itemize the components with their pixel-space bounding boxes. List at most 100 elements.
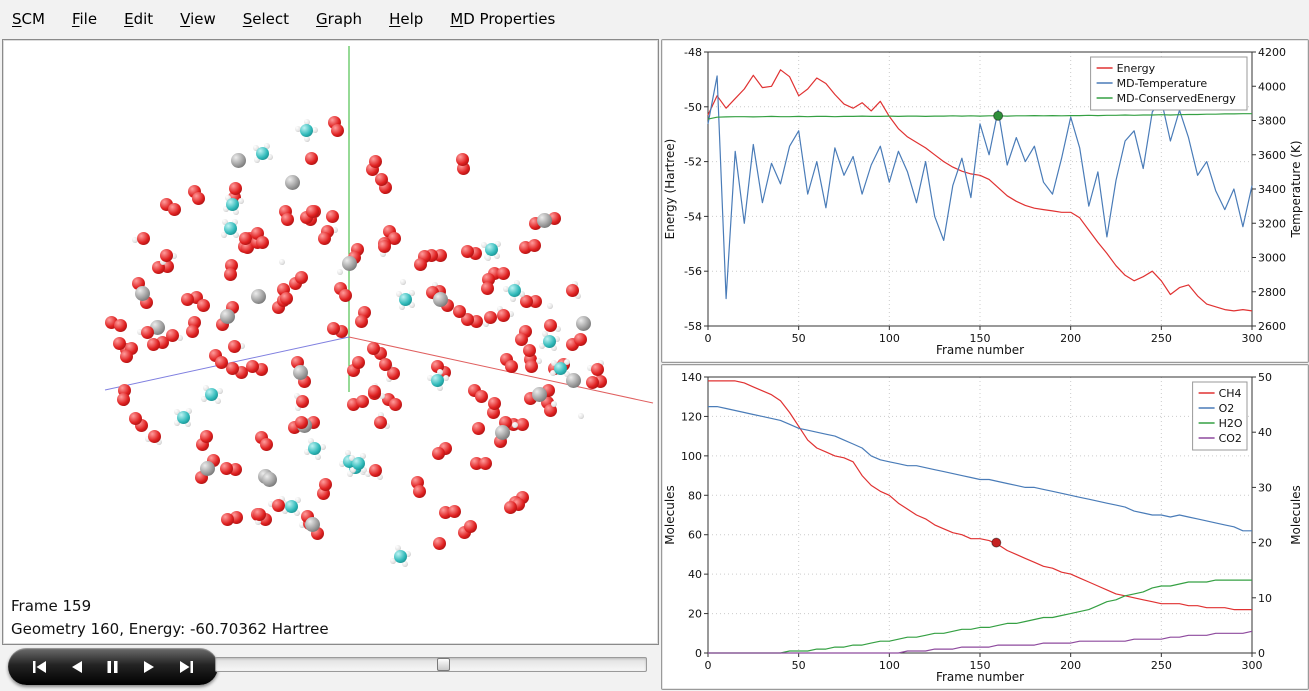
- atom: [320, 444, 326, 450]
- atom: [256, 236, 269, 249]
- svg-text:0: 0: [695, 647, 702, 660]
- frame-label: Frame 159: [11, 595, 329, 618]
- svg-text:MD-Temperature: MD-Temperature: [1117, 77, 1208, 90]
- geometry-energy-label: Geometry 160, Energy: -60.70362 Hartree: [11, 618, 329, 641]
- atom: [515, 333, 528, 346]
- svg-text:3400: 3400: [1258, 183, 1286, 196]
- svg-text:60: 60: [688, 529, 702, 542]
- svg-text:H2O: H2O: [1219, 417, 1243, 430]
- atom: [260, 438, 273, 451]
- atom: [368, 385, 381, 398]
- last-frame-button[interactable]: [176, 658, 196, 676]
- atom: [399, 293, 412, 306]
- svg-text:3800: 3800: [1258, 115, 1286, 128]
- energy-temperature-chart[interactable]: -48-50-52-54-56-582600280030003200340036…: [662, 40, 1306, 360]
- svg-text:40: 40: [688, 568, 702, 581]
- atom: [508, 284, 521, 297]
- svg-text:50: 50: [1258, 371, 1272, 384]
- next-frame-button[interactable]: [141, 658, 157, 676]
- atom: [433, 537, 446, 550]
- atom: [525, 360, 538, 373]
- molecule-atoms-layer: [3, 40, 658, 644]
- atom: [389, 398, 402, 411]
- atom: [479, 457, 492, 470]
- svg-text:3000: 3000: [1258, 252, 1286, 265]
- atom: [285, 500, 298, 513]
- pause-button[interactable]: [104, 658, 121, 676]
- atom: [547, 303, 553, 309]
- atom: [319, 478, 332, 491]
- skip-to-end-icon: [178, 660, 194, 674]
- atom: [166, 329, 179, 342]
- menu-item-md-properties[interactable]: MD Properties: [450, 10, 555, 28]
- atom: [528, 239, 541, 252]
- svg-text:4000: 4000: [1258, 80, 1286, 93]
- svg-text:120: 120: [681, 410, 702, 423]
- svg-text:2800: 2800: [1258, 286, 1286, 299]
- atom: [544, 319, 557, 332]
- atom: [352, 457, 365, 470]
- frame-slider-thumb[interactable]: [437, 658, 450, 671]
- skip-to-start-icon: [32, 660, 48, 674]
- chart-marker: [994, 111, 1003, 120]
- frame-slider[interactable]: [215, 657, 647, 672]
- atom: [431, 374, 444, 387]
- atom: [461, 245, 474, 258]
- atom: [224, 268, 237, 281]
- svg-text:100: 100: [681, 450, 702, 463]
- menu-item-file[interactable]: File: [72, 10, 97, 28]
- atom: [197, 299, 210, 312]
- atom: [497, 267, 510, 280]
- svg-text:O2: O2: [1219, 402, 1235, 415]
- atom: [177, 411, 190, 424]
- atom: [186, 325, 199, 338]
- atom: [400, 279, 406, 285]
- atom: [352, 356, 365, 369]
- atom: [306, 205, 319, 218]
- molecule-viewer-3d[interactable]: Frame 159 Geometry 160, Energy: -60.7036…: [2, 39, 659, 645]
- svg-text:20: 20: [688, 608, 702, 621]
- atom: [231, 153, 246, 168]
- atom: [308, 442, 321, 455]
- molecule-counts-chart[interactable]: 0204060801001201400102030405005010015020…: [662, 365, 1306, 687]
- svg-text:50: 50: [792, 659, 806, 672]
- atom: [485, 243, 498, 256]
- atom: [293, 365, 308, 380]
- atom: [433, 292, 448, 307]
- atom: [326, 210, 339, 223]
- svg-text:-58: -58: [684, 320, 702, 333]
- menu-item-view[interactable]: View: [180, 10, 216, 28]
- menu-item-edit[interactable]: Edit: [124, 10, 153, 28]
- atom: [485, 255, 491, 261]
- atom: [339, 289, 352, 302]
- svg-text:CO2: CO2: [1219, 432, 1242, 445]
- playback-controls: [8, 648, 218, 685]
- first-frame-button[interactable]: [30, 658, 50, 676]
- menu-item-help[interactable]: Help: [389, 10, 423, 28]
- atom: [523, 344, 536, 357]
- atom: [192, 192, 205, 205]
- svg-text:Molecules: Molecules: [663, 485, 677, 545]
- step-forward-icon: [143, 660, 155, 674]
- atom: [272, 499, 285, 512]
- atom: [300, 124, 313, 137]
- svg-text:250: 250: [1151, 659, 1172, 672]
- menu-item-graph[interactable]: Graph: [316, 10, 362, 28]
- atom: [497, 309, 510, 322]
- energy-chart-panel: -48-50-52-54-56-582600280030003200340036…: [661, 39, 1309, 363]
- previous-frame-button[interactable]: [69, 658, 85, 676]
- atom: [331, 124, 344, 137]
- atom: [574, 333, 587, 346]
- atom: [305, 152, 318, 165]
- atom: [394, 550, 407, 563]
- menu-item-scm[interactable]: SCM: [12, 10, 45, 28]
- svg-text:-50: -50: [684, 101, 702, 114]
- atom: [280, 292, 293, 305]
- atom: [374, 416, 387, 429]
- menu-item-select[interactable]: Select: [243, 10, 289, 28]
- svg-text:-56: -56: [684, 265, 702, 278]
- pause-icon: [106, 660, 119, 674]
- atom: [543, 335, 556, 348]
- atom: [215, 356, 228, 369]
- svg-text:10: 10: [1258, 592, 1272, 605]
